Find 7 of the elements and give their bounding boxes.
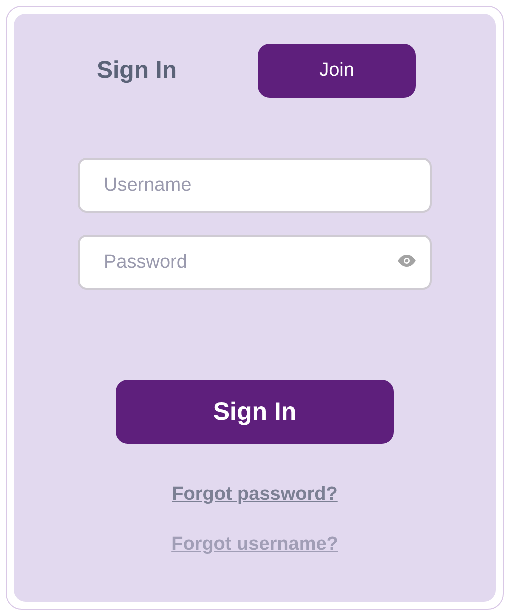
password-field[interactable]: Password xyxy=(78,235,432,290)
tab[interactable]: Join xyxy=(258,44,416,98)
tab[interactable]: Sign In xyxy=(58,44,216,98)
link[interactable]: Forgot password? xyxy=(172,484,338,506)
username-field[interactable]: Username xyxy=(78,158,432,213)
eye-icon[interactable] xyxy=(398,255,416,267)
sign-in-button[interactable]: Sign In xyxy=(116,380,394,444)
